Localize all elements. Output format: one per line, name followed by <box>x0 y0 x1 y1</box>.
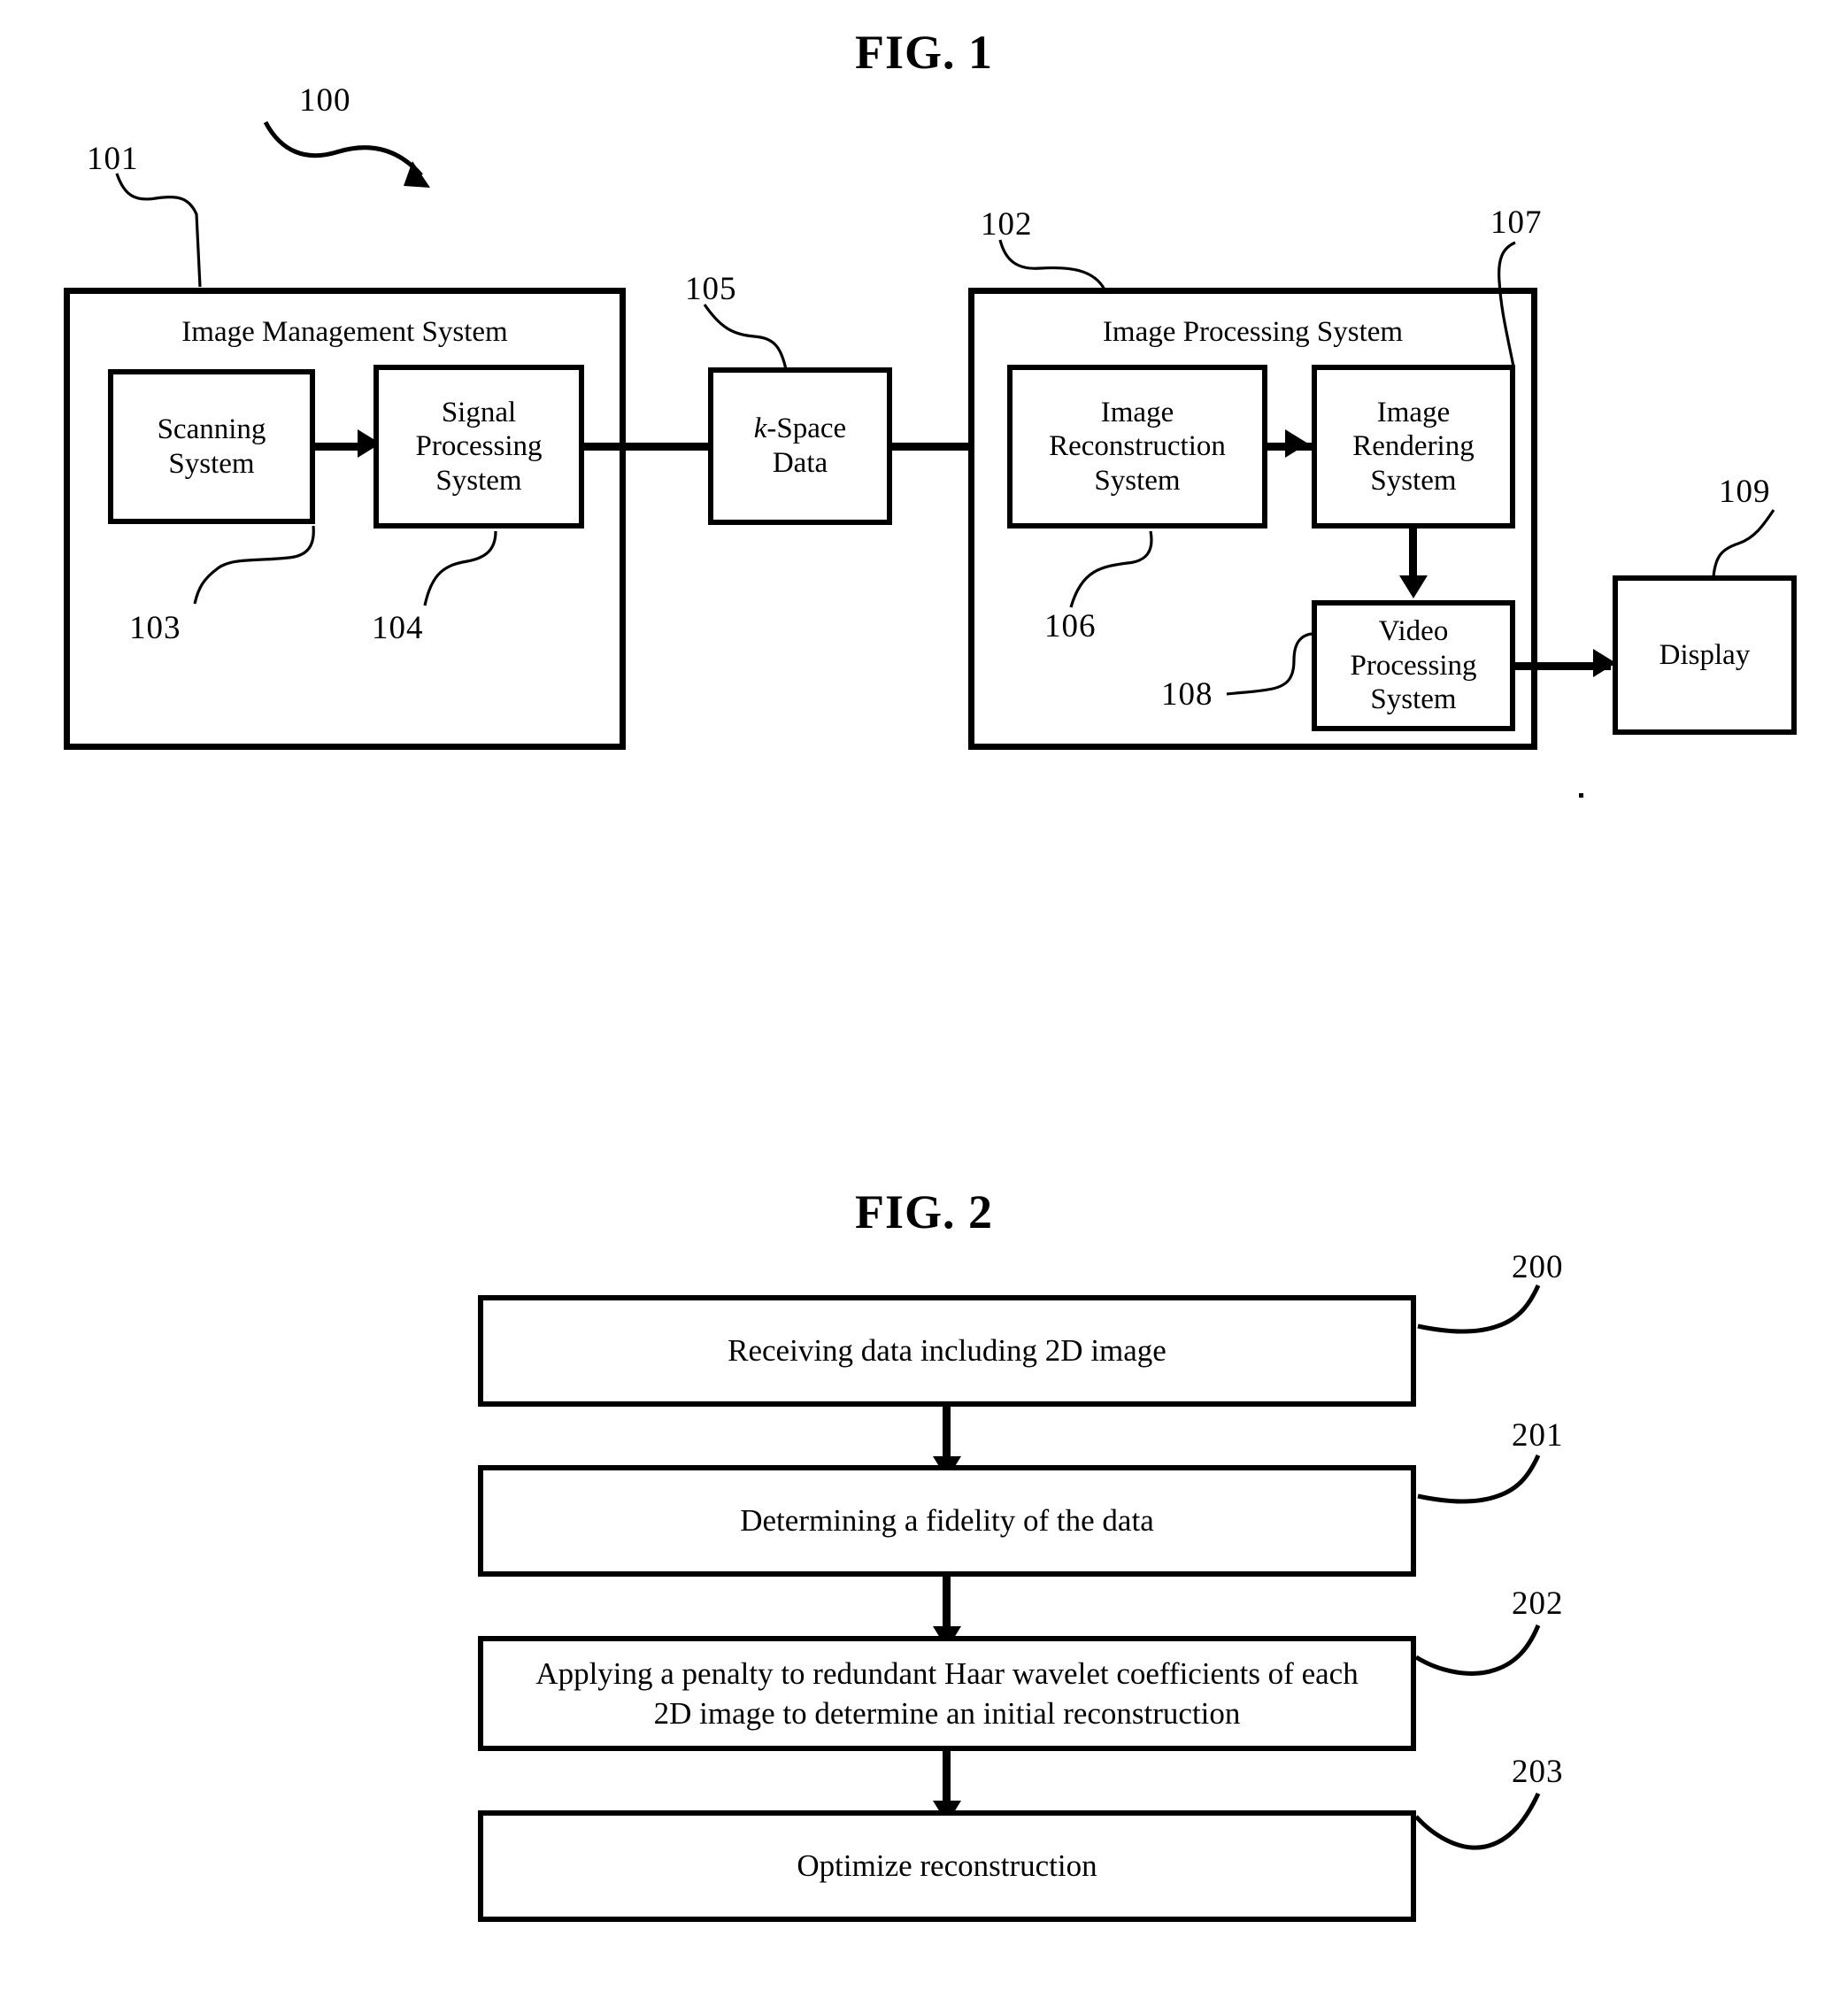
reference-number-200: 200 <box>1512 1249 1564 1285</box>
scanning-system-block: Scanning System <box>108 369 315 524</box>
scanning-system-line-1: Scanning <box>157 413 266 445</box>
leader-line-101 <box>115 173 202 288</box>
flow-step-202-line-2: 2D image to determine an initial reconst… <box>653 1696 1241 1731</box>
image-rendering-line-1: Image <box>1376 396 1451 428</box>
flow-step-receiving-data: Receiving data including 2D image <box>478 1295 1416 1407</box>
reference-number-108: 108 <box>1161 676 1213 713</box>
connector-step200-to-step201 <box>943 1407 951 1462</box>
figure-1-title: FIG. 1 <box>854 26 993 79</box>
connector-step201-to-step202 <box>943 1577 951 1632</box>
leader-line-109 <box>1712 509 1775 578</box>
reference-number-105: 105 <box>685 271 737 307</box>
display-block: Display <box>1613 575 1797 735</box>
flow-step-202-line-1: Applying a penalty to redundant Haar wav… <box>535 1655 1359 1691</box>
flow-step-determining-fidelity: Determining a fidelity of the data <box>478 1465 1416 1577</box>
connector-scanning-to-signal <box>315 443 359 451</box>
image-reconstruction-system-block: Image Reconstruction System <box>1007 365 1267 529</box>
signal-processing-line-2: Processing <box>415 430 543 463</box>
arrowhead-render-to-video <box>1399 575 1428 598</box>
k-space-data-block: k-Space Data <box>708 367 892 525</box>
k-space-data-line-2: Data <box>772 447 828 479</box>
connector-render-to-video <box>1409 529 1417 582</box>
k-space-suffix: -Space <box>766 413 847 445</box>
flow-step-202-text: Applying a penalty to redundant Haar wav… <box>535 1654 1358 1734</box>
reference-number-101: 101 <box>87 141 139 177</box>
image-management-system-label: Image Management System <box>181 316 508 348</box>
stray-ink-mark <box>1579 793 1583 798</box>
display-label: Display <box>1659 638 1751 671</box>
leader-line-200 <box>1417 1284 1541 1334</box>
image-processing-system-label: Image Processing System <box>1102 316 1404 348</box>
leader-line-100 <box>263 120 430 188</box>
video-processing-line-3: System <box>1370 683 1457 716</box>
video-processing-system-block: Video Processing System <box>1312 600 1515 731</box>
video-processing-line-1: Video <box>1378 615 1449 648</box>
signal-processing-line-3: System <box>435 464 522 497</box>
video-processing-line-2: Processing <box>1350 649 1477 682</box>
signal-processing-system-block: Signal Processing System <box>373 365 584 529</box>
flow-step-203-text: Optimize reconstruction <box>797 1848 1097 1884</box>
leader-line-201 <box>1417 1454 1541 1504</box>
connector-step202-to-step203 <box>943 1751 951 1806</box>
figure-2-title: FIG. 2 <box>854 1185 993 1238</box>
scanning-system-line-2: System <box>168 447 255 480</box>
image-reconstruction-line-2: Reconstruction <box>1049 430 1226 463</box>
image-reconstruction-line-1: Image <box>1100 396 1174 428</box>
patent-figure-sheet: FIG. 1 100 101 Image Management System S… <box>0 0 1848 2006</box>
signal-processing-line-1: Signal <box>441 396 517 428</box>
reference-number-107: 107 <box>1490 204 1543 241</box>
reference-number-201: 201 <box>1512 1417 1564 1454</box>
k-space-data-line-1: k-Space <box>754 412 846 446</box>
italic-k-glyph: k <box>753 413 767 445</box>
image-rendering-line-3: System <box>1370 464 1457 497</box>
image-rendering-system-block: Image Rendering System <box>1312 365 1515 529</box>
reference-number-202: 202 <box>1512 1586 1564 1622</box>
image-rendering-line-2: Rendering <box>1352 430 1475 463</box>
connector-signal-to-kspace <box>582 443 712 451</box>
flow-step-optimize-reconstruction: Optimize reconstruction <box>478 1810 1416 1922</box>
reference-number-106: 106 <box>1044 608 1097 644</box>
leader-line-202 <box>1414 1624 1541 1676</box>
flow-step-201-text: Determining a fidelity of the data <box>740 1503 1154 1539</box>
arrowhead-recon-to-render <box>1285 429 1308 458</box>
reference-number-203: 203 <box>1512 1754 1564 1790</box>
reference-number-109: 109 <box>1719 474 1771 510</box>
flow-step-200-text: Receiving data including 2D image <box>728 1333 1167 1369</box>
reference-number-104: 104 <box>372 610 424 646</box>
connector-kspace-to-processing <box>892 443 981 451</box>
reference-number-103: 103 <box>129 610 181 646</box>
flow-step-applying-penalty: Applying a penalty to redundant Haar wav… <box>478 1636 1416 1751</box>
leader-line-203 <box>1414 1792 1541 1850</box>
image-reconstruction-line-3: System <box>1094 464 1181 497</box>
reference-number-100: 100 <box>299 82 351 119</box>
reference-number-102: 102 <box>981 206 1033 243</box>
